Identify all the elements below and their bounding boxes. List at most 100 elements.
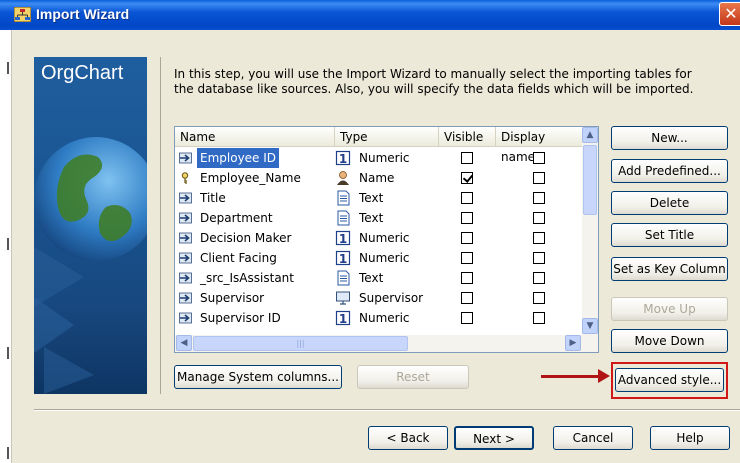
display-name-checkbox[interactable] (533, 312, 545, 324)
field-type[interactable]: Text (359, 268, 383, 288)
display-name-checkbox[interactable] (533, 152, 545, 164)
field-icon (179, 152, 192, 164)
display-name-checkbox[interactable] (533, 272, 545, 284)
import-wizard-window: Import Wizard ✕ OrgChart In this step, y… (0, 0, 740, 463)
column-header-visible[interactable]: Visible (439, 127, 496, 147)
text-icon (337, 210, 350, 226)
move-down-button[interactable]: Move Down (611, 329, 728, 353)
vertical-scrollbar[interactable]: ▲ ▼ (582, 127, 598, 335)
field-name: Supervisor ID (200, 311, 281, 325)
set-title-button[interactable]: Set Title (611, 223, 728, 247)
highlight-annotation-box (611, 362, 728, 399)
field-name: _src_IsAssistant (200, 271, 294, 285)
field-name: Supervisor (200, 291, 265, 305)
display-name-checkbox[interactable] (533, 232, 545, 244)
visible-checkbox[interactable] (461, 152, 473, 164)
horizontal-scroll-thumb[interactable]: ||| (193, 336, 408, 351)
text-icon (337, 270, 350, 286)
manage-system-columns-button[interactable]: Manage System columns... (174, 365, 342, 389)
display-name-checkbox[interactable] (533, 192, 545, 204)
field-type[interactable]: Numeric (359, 248, 410, 268)
wizard-sidebar-banner: OrgChart (34, 57, 147, 394)
field-icon (179, 212, 192, 224)
visible-checkbox[interactable] (461, 192, 473, 204)
field-type[interactable]: Supervisor (359, 288, 423, 308)
svg-text:1: 1 (339, 252, 347, 266)
numeric-icon: 1 (335, 230, 351, 246)
field-icon (179, 192, 192, 204)
visible-checkbox[interactable] (461, 172, 473, 184)
monitor-icon (336, 291, 350, 305)
next-button[interactable]: Next > (454, 426, 534, 450)
cancel-button[interactable]: Cancel (553, 426, 633, 450)
instructions-text: In this step, you will use the Import Wi… (174, 67, 694, 96)
svg-text:1: 1 (339, 232, 347, 246)
table-row[interactable]: _src_IsAssistant Text (175, 268, 582, 288)
title-bar[interactable]: Import Wizard ✕ (0, 0, 740, 30)
column-header-type[interactable]: Type (335, 127, 439, 147)
column-header-name[interactable]: Name (175, 127, 335, 147)
table-row[interactable]: Department Text (175, 208, 582, 228)
key-icon (181, 172, 189, 184)
window-title: Import Wizard (36, 6, 130, 22)
svg-text:1: 1 (339, 312, 347, 326)
reset-button[interactable]: Reset (357, 365, 469, 389)
field-name: Employee ID (197, 148, 280, 168)
fields-grid[interactable]: Name Type Visible Display name Employee … (174, 126, 599, 353)
display-name-checkbox[interactable] (533, 172, 545, 184)
column-header-display-name[interactable]: Display name (496, 127, 582, 164)
footer-separator (34, 409, 740, 411)
display-name-checkbox[interactable] (533, 212, 545, 224)
help-button[interactable]: Help (650, 426, 730, 450)
numeric-icon: 1 (335, 250, 351, 266)
new-button[interactable]: New... (611, 126, 728, 150)
add-predefined-button[interactable]: Add Predefined... (611, 159, 728, 183)
close-icon: ✕ (724, 4, 738, 23)
visible-checkbox[interactable] (461, 292, 473, 304)
visible-checkbox[interactable] (461, 272, 473, 284)
visible-checkbox[interactable] (461, 252, 473, 264)
field-icon (179, 272, 192, 284)
field-name: Decision Maker (200, 231, 292, 245)
background-window-edge (0, 30, 12, 463)
visible-checkbox[interactable] (461, 312, 473, 324)
table-row[interactable]: Client Facing 1 Numeric (175, 248, 582, 268)
field-name: Employee_Name (200, 171, 301, 185)
table-row[interactable]: Supervisor ID 1 Numeric (175, 308, 582, 328)
scroll-left-arrow-icon[interactable]: ◀ (176, 335, 192, 351)
text-icon (337, 190, 350, 206)
move-up-button[interactable]: Move Up (611, 297, 728, 321)
field-name: Client Facing (200, 251, 277, 265)
field-type[interactable]: Name (359, 168, 394, 188)
numeric-icon: 1 (335, 150, 351, 166)
table-row[interactable]: Title Text (175, 188, 582, 208)
scroll-right-arrow-icon[interactable]: ▶ (565, 335, 581, 351)
close-button[interactable]: ✕ (719, 2, 740, 26)
scroll-down-arrow-icon[interactable]: ▼ (582, 318, 598, 334)
vertical-scroll-thumb[interactable] (583, 145, 597, 215)
display-name-checkbox[interactable] (533, 292, 545, 304)
field-icon (179, 292, 192, 304)
horizontal-scrollbar[interactable]: ◀ ||| ▶ (175, 335, 598, 352)
field-name: Title (200, 191, 226, 205)
field-type[interactable]: Numeric (359, 148, 410, 168)
visible-checkbox[interactable] (461, 232, 473, 244)
scroll-up-arrow-icon[interactable]: ▲ (582, 127, 598, 143)
field-type[interactable]: Numeric (359, 228, 410, 248)
edge-mark (7, 62, 9, 74)
visible-checkbox[interactable] (461, 212, 473, 224)
table-row[interactable]: Employee ID 1 Numeric (175, 148, 582, 168)
content-divider (160, 57, 161, 394)
field-type[interactable]: Numeric (359, 308, 410, 328)
numeric-icon: 1 (335, 310, 351, 326)
field-type[interactable]: Text (359, 188, 383, 208)
table-row[interactable]: Employee_Name Name (175, 168, 582, 188)
table-row[interactable]: Supervisor Supervisor (175, 288, 582, 308)
back-button[interactable]: < Back (368, 426, 448, 450)
field-type[interactable]: Text (359, 208, 383, 228)
field-name: Department (200, 211, 273, 225)
table-row[interactable]: Decision Maker 1 Numeric (175, 228, 582, 248)
delete-button[interactable]: Delete (611, 191, 728, 215)
set-key-column-button[interactable]: Set as Key Column (611, 257, 728, 281)
display-name-checkbox[interactable] (533, 252, 545, 264)
